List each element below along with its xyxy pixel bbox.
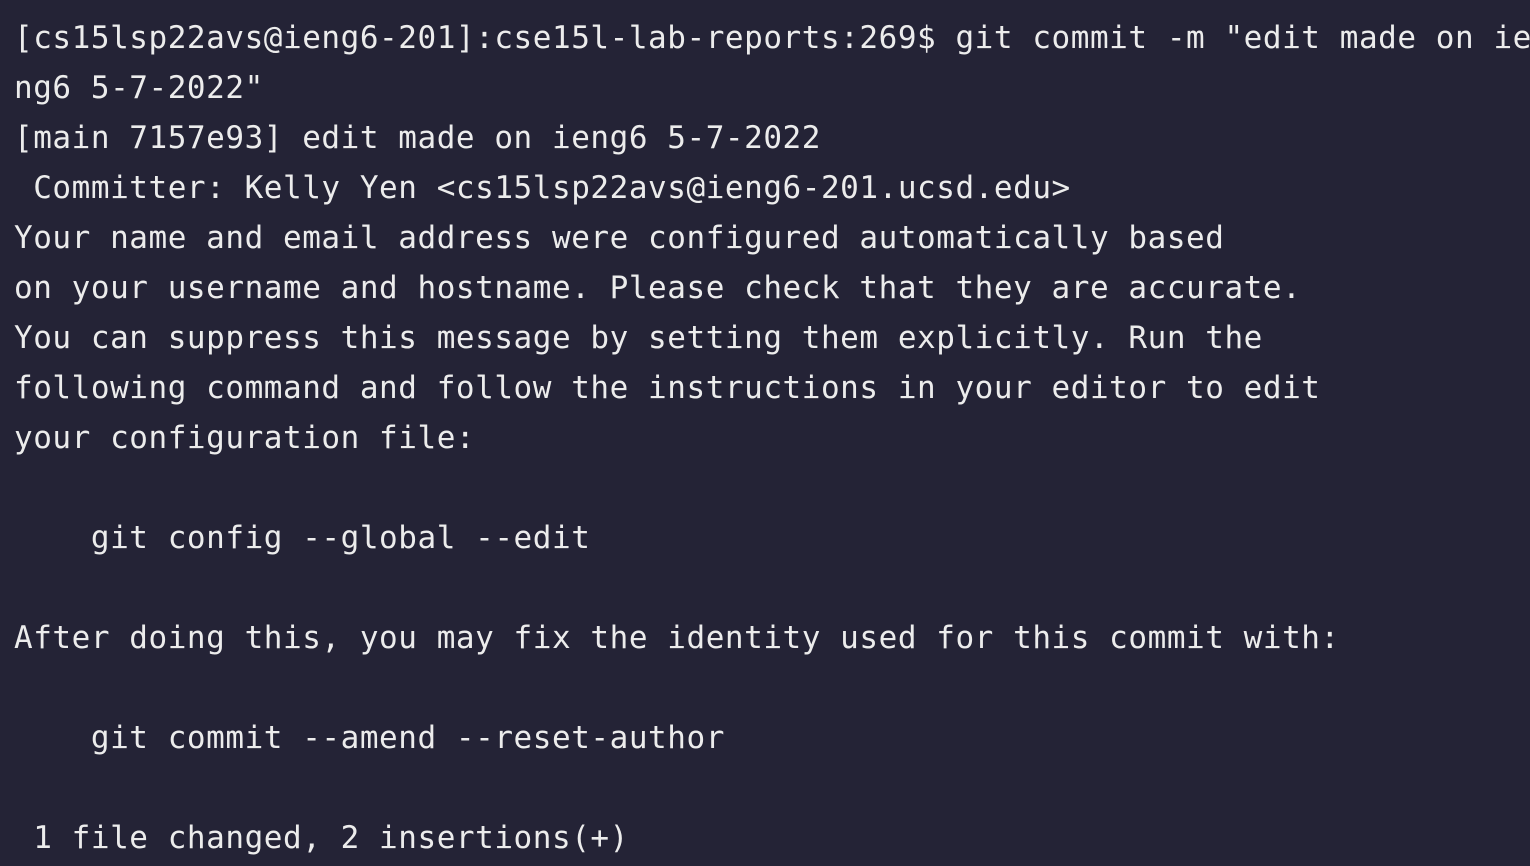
output-line: on your username and hostname. Please ch… [14,270,1302,306]
output-line: You can suppress this message by setting… [14,320,1263,356]
output-line: following command and follow the instruc… [14,370,1321,406]
output-line: After doing this, you may fix the identi… [14,620,1340,656]
terminal-window[interactable]: [cs15lsp22avs@ieng6-201]:cse15l-lab-repo… [0,0,1530,866]
output-line: Your name and email address were configu… [14,220,1225,256]
git-amend-command-line: git commit --amend --reset-author [14,720,725,756]
git-config-command-line: git config --global --edit [14,520,591,556]
output-line: your configuration file: [14,420,476,456]
commit-summary-line: [main 7157e93] edit made on ieng6 5-7-20… [14,120,821,156]
command-continuation-line: ng6 5-7-2022" [14,70,264,106]
files-changed-line: 1 file changed, 2 insertions(+) [14,820,629,856]
committer-line: Committer: Kelly Yen <cs15lsp22avs@ieng6… [14,170,1071,206]
prompt-command-line: [cs15lsp22avs@ieng6-201]:cse15l-lab-repo… [14,20,1530,56]
